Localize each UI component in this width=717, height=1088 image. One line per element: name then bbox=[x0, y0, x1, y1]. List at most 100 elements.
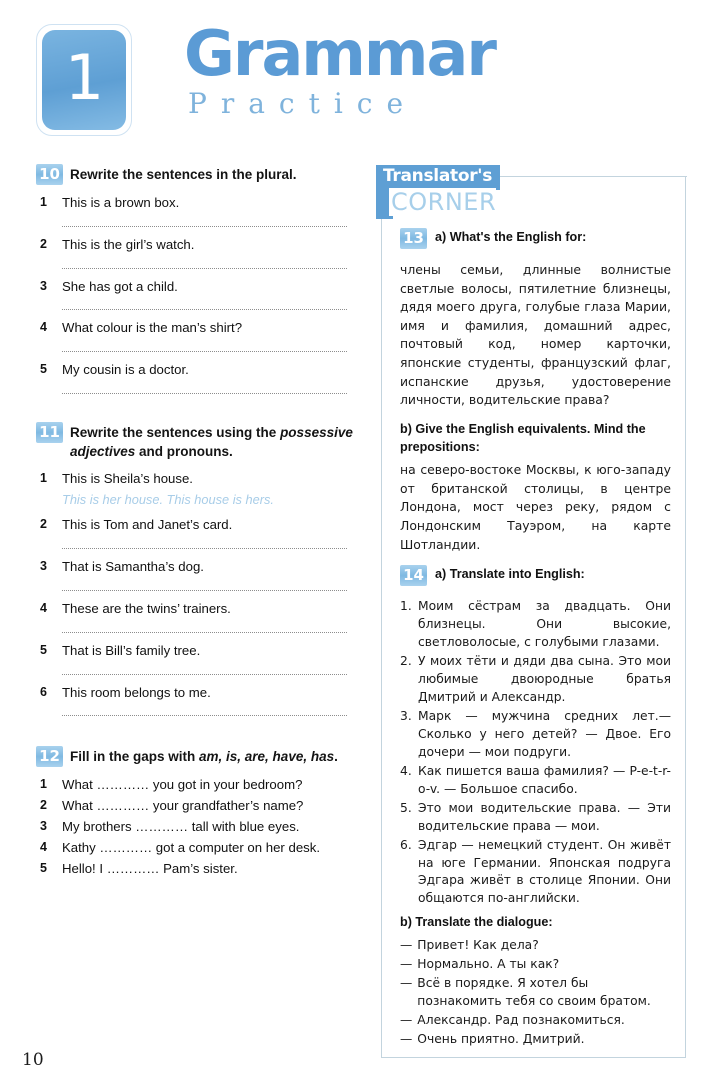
exercise-10-header: 10 Rewrite the sentences in the plural. bbox=[36, 164, 356, 185]
list-item: — Привет! Как дела? bbox=[400, 937, 671, 955]
exercise-13a-text: члены семьи, длинные волнистые светлые в… bbox=[400, 262, 671, 408]
left-column: 10 Rewrite the sentences in the plural. … bbox=[36, 164, 356, 882]
question-text: This is Sheila’s house. bbox=[62, 471, 193, 487]
list-item: 6. Эдгар — немецкий студент. Он живёт на… bbox=[400, 837, 671, 909]
list-item-text: Моим сёстрам за двадцать. Они близнецы. … bbox=[418, 599, 671, 650]
list-item: — Очень приятно. Дмитрий. bbox=[400, 1031, 671, 1049]
exercise-14b-dialogue: — Привет! Как дела? — Нормально. А ты ка… bbox=[400, 937, 671, 1049]
list-item-marker: 4. bbox=[400, 763, 412, 778]
dialogue-line: Очень приятно. Дмитрий. bbox=[417, 1031, 585, 1046]
dialogue-line: Нормально. А ты как? bbox=[417, 956, 560, 971]
prompt-part-2: . bbox=[334, 749, 338, 765]
corner-subtitle-row: CORNER bbox=[376, 187, 504, 219]
question-row: 2 This is Tom and Janet’s card. bbox=[36, 516, 356, 551]
list-item: — Всё в порядке. Я хотел бы познакомить … bbox=[400, 975, 671, 1011]
list-item-text: У моих тёти и дяди два сына. Это мои люб… bbox=[418, 654, 671, 704]
question-number: 6 bbox=[40, 684, 47, 699]
question-text[interactable]: My brothers ………… tall with blue eyes. bbox=[62, 818, 356, 836]
translators-corner-panel: 13 a) What's the English for: члены семь… bbox=[381, 176, 686, 1058]
list-item: — Нормально. А ты как? bbox=[400, 956, 671, 974]
list-item: — Александр. Рад познакомиться. bbox=[400, 1012, 671, 1030]
exercise-13a-prompt: a) What's the English for: bbox=[435, 230, 587, 244]
exercise-13: 13 a) What's the English for: члены семь… bbox=[400, 228, 671, 554]
exercise-12-number: 12 bbox=[36, 746, 63, 768]
exercise-10-number: 10 bbox=[36, 164, 63, 185]
list-item: 3. Марк — мужчина средних лет.— Сколько … bbox=[400, 708, 671, 762]
exercise-11-number: 11 bbox=[36, 422, 63, 444]
answer-line[interactable] bbox=[62, 219, 347, 227]
list-item-marker: 2. bbox=[400, 654, 412, 669]
exercise-11-prompt: Rewrite the sentences using the possessi… bbox=[70, 422, 356, 461]
list-item-text: Это мои водительские права. — Эти водите… bbox=[418, 800, 671, 833]
answer-line[interactable] bbox=[62, 541, 347, 550]
list-item-text: Марк — мужчина средних лет.— Сколько у н… bbox=[418, 708, 671, 759]
question-row: 4 What colour is the man’s shirt? bbox=[36, 319, 356, 354]
question-text[interactable]: What ………… your grandfather’s name? bbox=[62, 797, 356, 815]
dialogue-dash: — bbox=[400, 1031, 413, 1046]
exercise-10-prompt: Rewrite the sentences in the plural. bbox=[70, 167, 297, 182]
question-text: These are the twins’ trainers. bbox=[62, 601, 231, 616]
question-text: This room belongs to me. bbox=[62, 684, 211, 700]
question-text: My cousin is a doctor. bbox=[62, 362, 189, 378]
question-number: 5 bbox=[40, 362, 47, 377]
chapter-number: 1 bbox=[64, 40, 104, 114]
title-block: Grammar Practice bbox=[184, 17, 497, 121]
question-text: This is a brown box. bbox=[62, 195, 180, 210]
question-row: 5 Hello! I ………… Pam’s sister. bbox=[36, 860, 356, 878]
dialogue-line: Александр. Рад познакомиться. bbox=[417, 1012, 625, 1027]
question-text[interactable]: Hello! I ………… Pam’s sister. bbox=[62, 860, 356, 878]
question-row: 1 What ………… you got in your bedroom? bbox=[36, 776, 356, 794]
exercise-12-prompt: Fill in the gaps with am, is, are, have,… bbox=[70, 746, 338, 766]
corner-subtitle: CORNER bbox=[389, 187, 497, 217]
answer-line[interactable] bbox=[62, 386, 347, 395]
page-title: Grammar bbox=[184, 17, 497, 90]
answer-line[interactable] bbox=[62, 708, 347, 717]
question-row: 1 This is a brown box. bbox=[36, 194, 356, 229]
dialogue-line: Всё в порядке. Я хотел бы познакомить те… bbox=[417, 975, 651, 1008]
question-text: That is Bill’s family tree. bbox=[62, 642, 201, 658]
dialogue-dash: — bbox=[400, 956, 413, 971]
question-text[interactable]: What ………… you got in your bedroom? bbox=[62, 776, 356, 794]
corner-title-tab: Translator's bbox=[376, 165, 501, 190]
page-subtitle: Practice bbox=[188, 87, 418, 121]
question-number: 1 bbox=[40, 777, 47, 792]
answer-line[interactable] bbox=[62, 302, 347, 311]
dialogue-line: Привет! Как дела? bbox=[417, 938, 539, 952]
question-row: 1 This is Sheila’s house. This is her ho… bbox=[36, 470, 356, 509]
question-number: 3 bbox=[40, 278, 47, 293]
prompt-part-1: Fill in the gaps with bbox=[70, 749, 200, 765]
list-item-marker: 6. bbox=[400, 837, 412, 852]
sample-answer: This is her house. This house is hers. bbox=[62, 492, 274, 508]
prompt-italic-term: am, is, are, have, has bbox=[199, 749, 335, 765]
question-text[interactable]: Kathy ………… got a computer on her desk. bbox=[62, 839, 356, 857]
list-item-text: Как пишется ваша фамилия? — P-e-t-r-o-v.… bbox=[418, 763, 671, 796]
dialogue-dash: — bbox=[400, 975, 413, 990]
question-number: 2 bbox=[40, 798, 47, 813]
question-text: That is Samantha’s dog. bbox=[62, 559, 204, 575]
question-number: 4 bbox=[40, 320, 47, 335]
answer-line[interactable] bbox=[62, 583, 347, 591]
translators-corner-label: Translator's CORNER bbox=[376, 165, 504, 219]
exercise-13b-prompt: b) Give the English equivalents. Mind th… bbox=[400, 421, 646, 454]
list-item: 1. Моим сёстрам за двадцать. Они близнец… bbox=[400, 598, 671, 652]
answer-line[interactable] bbox=[62, 344, 347, 353]
exercise-14b-prompt: b) Translate the dialogue: bbox=[400, 915, 553, 930]
prompt-part-1: Rewrite the sentences using the bbox=[70, 425, 281, 441]
answer-line[interactable] bbox=[62, 625, 347, 633]
question-text: She has got a child. bbox=[62, 278, 178, 294]
question-number: 1 bbox=[40, 195, 47, 209]
answer-line[interactable] bbox=[62, 667, 347, 675]
question-number: 5 bbox=[40, 860, 47, 875]
question-row: 5 My cousin is a doctor. bbox=[36, 361, 356, 396]
answer-line[interactable] bbox=[62, 261, 347, 269]
exercise-14a-list: 1. Моим сёстрам за двадцать. Они близнец… bbox=[400, 598, 671, 908]
exercise-11: 11 Rewrite the sentences using the posse… bbox=[36, 422, 356, 718]
list-item-marker: 3. bbox=[400, 708, 412, 723]
page-number: 10 bbox=[22, 1050, 44, 1070]
question-number: 1 bbox=[40, 471, 47, 486]
question-number: 4 bbox=[40, 601, 47, 615]
list-item-marker: 1. bbox=[400, 599, 412, 614]
exercise-14-header: 14 a) Translate into English: bbox=[400, 565, 671, 587]
question-number: 3 bbox=[40, 559, 47, 574]
chapter-badge: 1 bbox=[42, 30, 126, 130]
